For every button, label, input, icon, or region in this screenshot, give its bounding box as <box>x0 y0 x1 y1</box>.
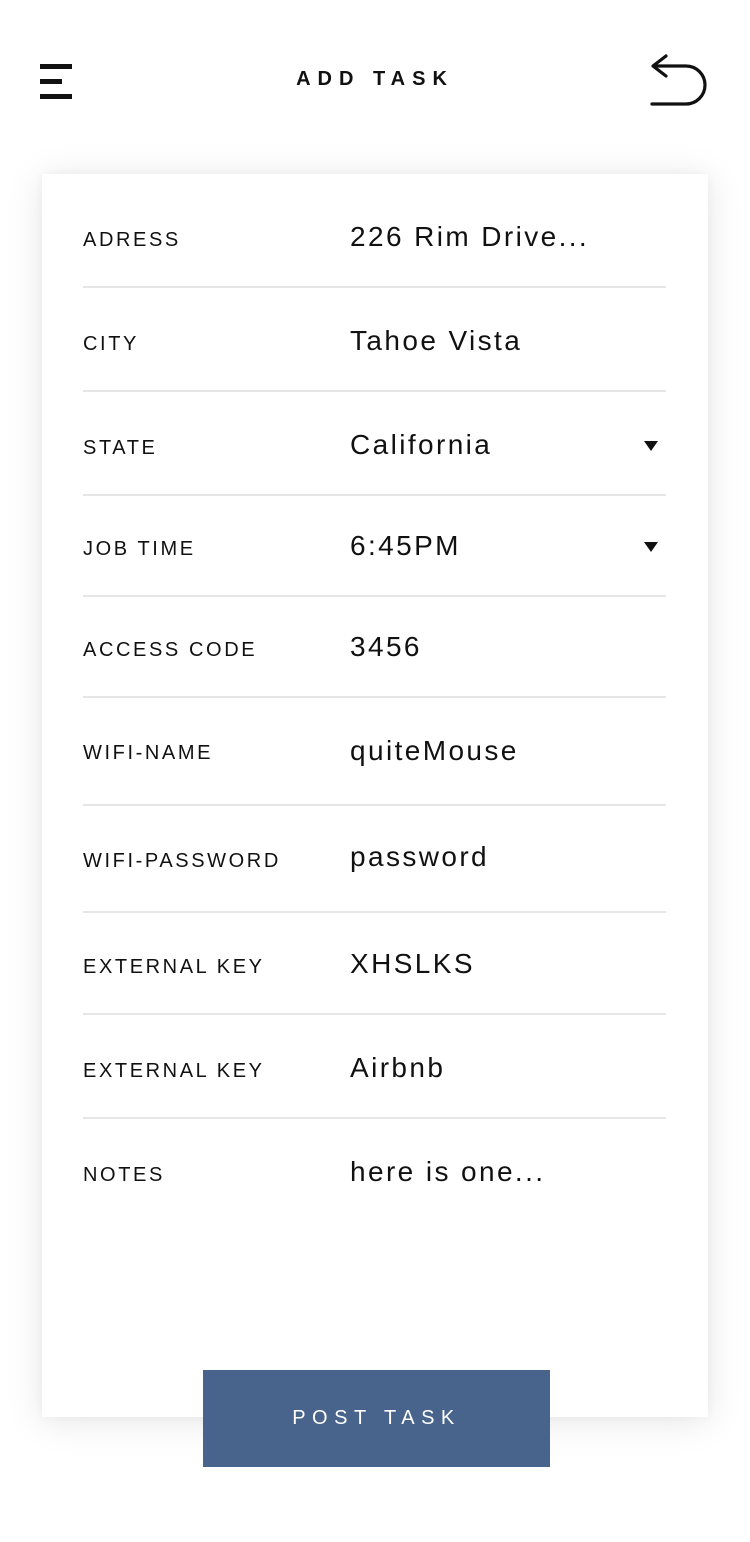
city-value[interactable]: Tahoe Vista <box>350 325 522 357</box>
notes-value[interactable]: here is one... <box>350 1156 545 1188</box>
state-value[interactable]: California <box>350 429 492 461</box>
address-label: ADRESS <box>83 229 181 251</box>
add-task-screen: ADD TASK ADRESS 226 Rim Drive... CITY Ta… <box>0 0 750 1542</box>
city-label: CITY <box>83 333 139 355</box>
page-title: ADD TASK <box>296 68 454 90</box>
form-row-job-time[interactable]: JOB TIME 6:45PM <box>83 496 666 597</box>
form-row-wifi-password[interactable]: WIFI-PASSWORD password <box>83 806 666 913</box>
job-time-label: JOB TIME <box>83 538 196 560</box>
wifi-password-label: WIFI-PASSWORD <box>83 850 281 872</box>
form-row-city[interactable]: CITY Tahoe Vista <box>83 288 666 392</box>
undo-arrow-icon[interactable] <box>648 54 710 112</box>
task-form-card: ADRESS 226 Rim Drive... CITY Tahoe Vista… <box>42 174 708 1417</box>
form-row-access-code[interactable]: ACCESS CODE 3456 <box>83 597 666 698</box>
form-row-wifi-name[interactable]: WIFI-NAME quiteMouse <box>83 698 666 806</box>
state-label: STATE <box>83 437 158 459</box>
caret-down-icon[interactable] <box>644 441 658 451</box>
undo-arrow-svg <box>650 54 707 106</box>
access-code-label: ACCESS CODE <box>83 639 258 661</box>
address-value[interactable]: 226 Rim Drive... <box>350 221 589 253</box>
external-key-label: EXTERNAL KEY <box>83 956 265 978</box>
job-time-value[interactable]: 6:45PM <box>350 530 461 562</box>
wifi-name-value[interactable]: quiteMouse <box>350 735 519 767</box>
external-key-value[interactable]: Airbnb <box>350 1052 445 1084</box>
menu-line <box>40 94 72 99</box>
post-task-button[interactable]: POST TASK <box>203 1370 550 1467</box>
external-key-label: EXTERNAL KEY <box>83 1060 265 1082</box>
form-row-state[interactable]: STATE California <box>83 392 666 496</box>
notes-label: NOTES <box>83 1164 165 1186</box>
form-row-address[interactable]: ADRESS 226 Rim Drive... <box>83 174 666 288</box>
wifi-name-label: WIFI-NAME <box>83 742 214 764</box>
caret-down-icon[interactable] <box>644 542 658 552</box>
form-row-external-key[interactable]: EXTERNAL KEY XHSLKS <box>83 913 666 1015</box>
form-row-external-key-2[interactable]: EXTERNAL KEY Airbnb <box>83 1015 666 1119</box>
form-row-notes[interactable]: NOTES here is one... <box>83 1119 666 1229</box>
access-code-value[interactable]: 3456 <box>350 631 422 663</box>
external-key-value[interactable]: XHSLKS <box>350 948 475 980</box>
wifi-password-value[interactable]: password <box>350 841 489 873</box>
